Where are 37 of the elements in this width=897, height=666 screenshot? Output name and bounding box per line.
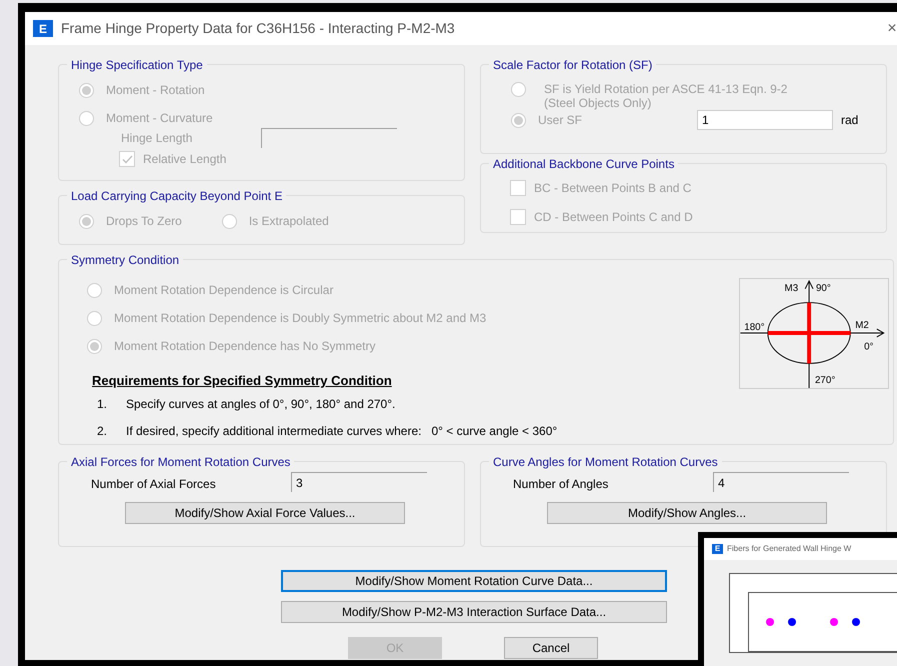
window-title: Fibers for Generated Wall Hinge W xyxy=(727,543,852,555)
radio-label: SF is Yield Rotation per ASCE 41-13 Eqn. 9-2 xyxy=(544,82,788,96)
dialog-button[interactable]: Modify/Show Moment Rotation Curve Data... xyxy=(281,570,667,592)
count-field[interactable]: 3 xyxy=(291,472,427,492)
count-field[interactable]: 4 xyxy=(713,472,849,492)
close-button[interactable]: × xyxy=(887,16,897,40)
checkbox-label: BC - Between Points B and C xyxy=(534,180,692,197)
requirement-text: Specify curves at angles of 0°, 90°, 180° and 270°. xyxy=(126,396,396,412)
radio-sublabel: (Steel Objects Only) xyxy=(544,96,652,110)
checkbox-label: Relative Length xyxy=(143,151,226,168)
radio-label: Moment - Curvature xyxy=(106,110,213,127)
radio-label: Drops To Zero xyxy=(106,213,182,230)
field-label: Number of Axial Forces xyxy=(91,476,217,493)
app-logo: E xyxy=(712,544,723,554)
radio-label: Is Extrapolated xyxy=(248,213,329,230)
dialog-button[interactable]: Modify/Show Axial Force Values... xyxy=(125,502,405,524)
dialog-button[interactable]: Modify/Show P-M2-M3 Interaction Surface Data... xyxy=(281,601,667,623)
radio-label: Moment Rotation Dependence has No Symmetry xyxy=(114,338,376,355)
app-logo: E xyxy=(33,20,53,37)
radio-label: User SF xyxy=(538,112,582,129)
dialog-button[interactable]: Modify/Show Angles... xyxy=(547,502,827,524)
list-number: 1. xyxy=(97,396,108,412)
radio-label: Moment Rotation Dependence is Circular xyxy=(114,282,334,299)
checkbox-label: CD - Between Points C and D xyxy=(534,209,693,226)
list-number: 2. xyxy=(97,422,108,440)
unit-label: rad xyxy=(841,112,858,129)
symmetry-axes-drawing: M3 90° 180° M2 0° 270° xyxy=(739,278,889,389)
window-title: Frame Hinge Property Data for C36H156 - Interacting P-M2-M3 xyxy=(61,19,455,38)
requirements-heading: Requirements for Specified Symmetry Condition xyxy=(92,372,393,390)
scale-factor-field[interactable]: 1 xyxy=(697,110,833,130)
field-label: Number of Angles xyxy=(513,476,610,493)
requirement-text: If desired, specify additional intermediate curves where: 0° < curve angle < 360° xyxy=(126,422,558,440)
field-label: Hinge Length xyxy=(121,130,194,147)
radio-label: Moment Rotation Dependence is Doubly Symmetric about M2 and M3 xyxy=(114,310,486,327)
radio-label: Moment - Rotation xyxy=(106,82,205,99)
checkmark-icon xyxy=(122,154,132,164)
dialog-button[interactable]: Cancel xyxy=(504,637,598,659)
